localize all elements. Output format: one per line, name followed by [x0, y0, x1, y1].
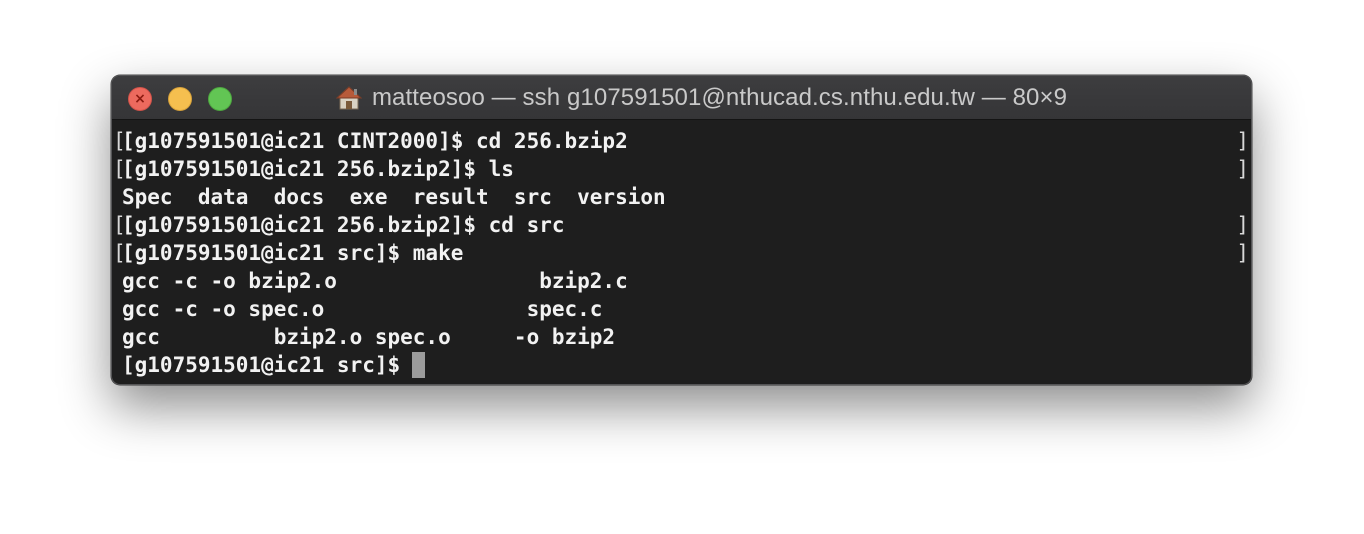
terminal-line: gcc -c -o bzip2.o bzip2.c — [112, 267, 1251, 295]
line-mark-right: ] — [1236, 213, 1249, 237]
home-icon — [335, 86, 362, 110]
terminal-output[interactable]: [ [g107591501@ic21 CINT2000]$ cd 256.bzi… — [112, 120, 1251, 384]
terminal-line-text: gcc -c -o spec.o spec.c — [122, 297, 603, 321]
prompt-text: [g107591501@ic21 src]$ — [122, 353, 401, 377]
terminal-line-text: [g107591501@ic21 256.bzip2]$ ls — [122, 157, 514, 181]
line-mark-right: ] — [1236, 129, 1249, 153]
line-mark-right: ] — [1236, 241, 1249, 265]
terminal-line: gcc bzip2.o spec.o -o bzip2 — [112, 323, 1251, 351]
terminal-line-text: [g107591501@ic21 src]$ make — [122, 241, 464, 265]
terminal-prompt: [g107591501@ic21 src]$ — [122, 351, 426, 379]
terminal-line-text: [g107591501@ic21 CINT2000]$ cd 256.bzip2 — [122, 129, 628, 153]
terminal-window: × matteosoo — ssh g107591501@nthucad.cs.… — [111, 75, 1252, 385]
terminal-line: [ [g107591501@ic21 256.bzip2]$ cd src ] — [112, 211, 1251, 239]
terminal-prompt-line[interactable]: [g107591501@ic21 src]$ — [112, 351, 1251, 379]
terminal-line-text: [g107591501@ic21 256.bzip2]$ cd src — [122, 213, 565, 237]
terminal-line: gcc -c -o spec.o spec.c — [112, 295, 1251, 323]
terminal-line-text: gcc -c -o bzip2.o bzip2.c — [122, 269, 628, 293]
terminal-line: [ [g107591501@ic21 256.bzip2]$ ls ] — [112, 155, 1251, 183]
terminal-line: [ [g107591501@ic21 src]$ make ] — [112, 239, 1251, 267]
terminal-line: [ [g107591501@ic21 CINT2000]$ cd 256.bzi… — [112, 127, 1251, 155]
text-cursor — [412, 352, 426, 378]
window-title: matteosoo — ssh g107591501@nthucad.cs.nt… — [371, 84, 1068, 111]
terminal-line-text: gcc bzip2.o spec.o -o bzip2 — [122, 325, 616, 349]
terminal-line: Spec data docs exe result src version — [112, 183, 1251, 211]
window-title-area: matteosoo — ssh g107591501@nthucad.cs.nt… — [112, 76, 1251, 120]
terminal-line-text: Spec data docs exe result src version — [122, 185, 666, 209]
line-mark-right: ] — [1236, 157, 1249, 181]
title-bar[interactable]: × matteosoo — ssh g107591501@nthucad.cs.… — [112, 76, 1251, 120]
